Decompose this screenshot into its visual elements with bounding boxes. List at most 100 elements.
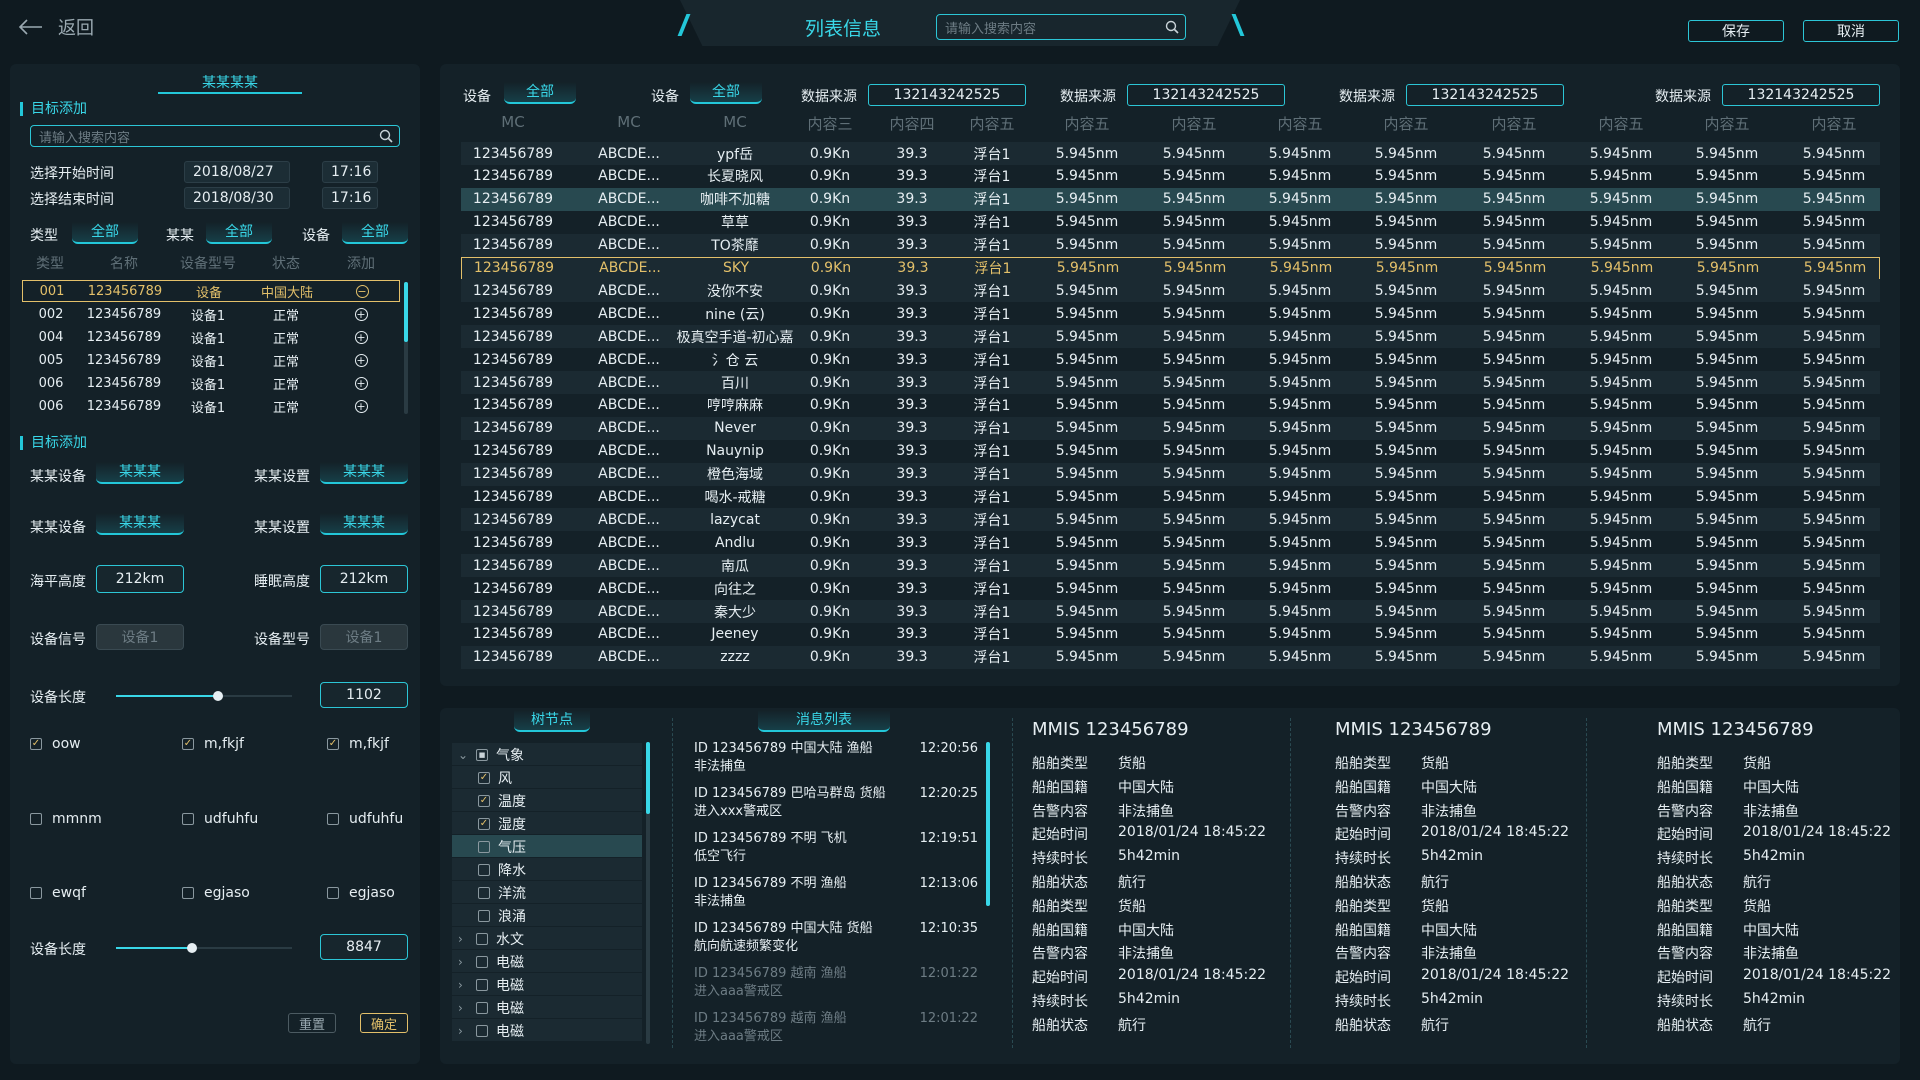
length1-input[interactable]: 1102 [320, 682, 408, 708]
filter-mm-select[interactable]: 全部 [206, 222, 272, 244]
main-table-row[interactable]: 123456789 ABCDE... Jeeney 0.9Kn 39.3 浮台1 5.945… [461, 623, 1880, 646]
plus-circle-icon[interactable]: + [354, 376, 368, 390]
plus-circle-icon[interactable]: + [354, 399, 368, 413]
left-table-row[interactable]: 005 123456789 设备1 正常 + [22, 349, 400, 371]
main-th[interactable]: 内容五 [952, 113, 1032, 135]
header-search-input[interactable]: 请输入搜索内容 [936, 14, 1186, 40]
checkbox-icon[interactable] [478, 887, 490, 899]
length2-slider[interactable] [116, 940, 292, 956]
main-filter1-select[interactable]: 全部 [504, 82, 576, 104]
main-table-row[interactable]: 123456789 ABCDE... Andlu 0.9Kn 39.3 浮台1 5.945n… [461, 531, 1880, 554]
confirm-button[interactable]: 确定 [360, 1013, 408, 1033]
left-table-row[interactable]: 001 123456789 设备 中国大陆 − [22, 280, 400, 302]
filter-type-select[interactable]: 全部 [72, 222, 138, 244]
main-table-row[interactable]: 123456789 ABCDE... 哼哼麻麻 0.9Kn 39.3 浮台1 5.945nm… [461, 394, 1880, 417]
option-checkbox[interactable]: ✓ oow [30, 736, 81, 752]
checkbox-icon[interactable] [476, 956, 488, 968]
main-th[interactable]: 内容五 [1037, 113, 1137, 135]
reset-button[interactable]: 重置 [288, 1013, 336, 1033]
main-th[interactable]: 内容四 [872, 113, 952, 135]
checkbox-icon[interactable] [327, 813, 339, 825]
source2-input[interactable]: 132143242525 [1127, 84, 1285, 106]
plus-circle-icon[interactable]: + [354, 353, 368, 367]
plus-circle-icon[interactable]: + [354, 307, 368, 321]
tree-node[interactable]: ✓ 温度 [478, 790, 526, 812]
main-th[interactable]: MC [581, 113, 677, 135]
checkbox-icon[interactable] [478, 864, 490, 876]
left-table-row[interactable]: 004 123456789 设备1 正常 + [22, 326, 400, 348]
pair2-select2[interactable]: 某某某 [320, 513, 408, 535]
altitude-input[interactable]: 212km [96, 565, 184, 593]
message-item[interactable]: ID 123456789 越南 渔船 进入aaa警戒区 12:01:22 [694, 1010, 978, 1046]
main-table-row[interactable]: 123456789 ABCDE... nine (云) 0.9Kn 39.3 浮台1 5.9… [461, 302, 1880, 325]
left-cell-action[interactable]: − [325, 284, 399, 299]
left-cell-action[interactable]: + [324, 330, 398, 345]
main-table-row[interactable]: 123456789 ABCDE... 长夏晓风 0.9Kn 39.3 浮台1 5.945nm… [461, 165, 1880, 188]
option-checkbox[interactable]: egjaso [327, 885, 395, 901]
main-th[interactable]: MC [675, 113, 795, 135]
chevron-down-icon[interactable]: ⌄ [458, 748, 468, 762]
tree-node[interactable]: ✓ 风 [478, 767, 512, 789]
message-item[interactable]: ID 123456789 不明 飞机 低空飞行 12:19:51 [694, 830, 978, 866]
tree-node[interactable]: › 电磁 [458, 951, 524, 973]
length1-slider-knob[interactable] [213, 691, 224, 701]
search-icon[interactable] [1165, 20, 1179, 34]
main-table-row[interactable]: 123456789 ABCDE... 氵仓 云 0.9Kn 39.3 浮台1 5.945nm… [461, 348, 1880, 371]
tree-node[interactable]: › 电磁 [458, 974, 524, 996]
checkbox-icon[interactable]: ■ [476, 749, 488, 761]
filter-device-select[interactable]: 全部 [342, 222, 408, 244]
left-table-row[interactable]: 006 123456789 设备1 正常 + [22, 372, 400, 394]
main-th[interactable]: 内容五 [1677, 113, 1777, 135]
left-search-input[interactable]: 请输入搜索内容 [30, 125, 400, 147]
checkbox-icon[interactable]: ✓ [478, 795, 490, 807]
message-item[interactable]: ID 123456789 中国大陆 渔船 非法捕鱼 12:20:56 [694, 740, 978, 776]
checkbox-icon[interactable] [30, 813, 42, 825]
main-table-row[interactable]: 123456789 ABCDE... lazycat 0.9Kn 39.3 浮台1 5.94… [461, 508, 1880, 532]
message-item[interactable]: ID 123456789 中国大陆 货船 航向航速频繁变化 12:10:35 [694, 920, 978, 956]
message-item[interactable]: ID 123456789 越南 渔船 进入aaa警戒区 12:01:22 [694, 965, 978, 1001]
end-date-field[interactable]: 2018/08/30 [184, 187, 290, 209]
source1-input[interactable]: 132143242525 [868, 84, 1026, 106]
main-th[interactable]: 内容五 [1144, 113, 1244, 135]
checkbox-icon[interactable] [476, 1002, 488, 1014]
main-th[interactable]: MC [461, 113, 565, 135]
checkbox-icon[interactable] [476, 1025, 488, 1037]
option-checkbox[interactable]: ewqf [30, 885, 86, 901]
length1-slider[interactable] [116, 688, 292, 704]
main-table-row[interactable]: 123456789 ABCDE... Nauynip 0.9Kn 39.3 浮台1 5.94… [461, 440, 1880, 463]
chevron-right-icon[interactable]: › [458, 1001, 468, 1015]
start-time-field[interactable]: 17:16 [322, 161, 378, 183]
checkbox-icon[interactable] [478, 910, 490, 922]
tree-node[interactable]: 降水 [478, 859, 526, 881]
checkbox-icon[interactable]: ✓ [478, 772, 490, 784]
option-checkbox[interactable]: udfuhfu [327, 811, 403, 827]
main-table-row[interactable]: 123456789 ABCDE... ypf岳 0.9Kn 39.3 浮台1 5.945nm… [461, 142, 1880, 165]
checkbox-icon[interactable]: ✓ [182, 738, 194, 750]
main-table-row[interactable]: 123456789 ABCDE... Never 0.9Kn 39.3 浮台1 5.945n… [461, 416, 1880, 440]
checkbox-icon[interactable] [478, 841, 490, 853]
checkbox-icon[interactable]: ✓ [327, 738, 339, 750]
message-item[interactable]: ID 123456789 巴哈马群岛 货船 进入xxx警戒区 12:20:25 [694, 785, 978, 821]
left-cell-action[interactable]: + [324, 376, 398, 391]
main-table-row[interactable]: 123456789 ABCDE... 百川 0.9Kn 39.3 浮台1 5.945nm 5.… [461, 371, 1880, 394]
main-table-row[interactable]: 123456789 ABCDE... 喝水-戒糖 0.9Kn 39.3 浮台1 5.945n… [461, 486, 1880, 509]
tree-node[interactable]: 气压 [478, 836, 526, 858]
left-cell-action[interactable]: + [324, 307, 398, 322]
option-checkbox[interactable]: egjaso [182, 885, 250, 901]
save-button[interactable]: 保存 [1688, 20, 1784, 42]
checkbox-icon[interactable] [30, 887, 42, 899]
main-table-row[interactable]: 123456789 ABCDE... zzzz 0.9Kn 39.3 浮台1 5.945nm… [461, 645, 1880, 669]
tree-node[interactable]: › 电磁 [458, 997, 524, 1019]
chevron-right-icon[interactable]: › [458, 1024, 468, 1038]
checkbox-icon[interactable] [182, 813, 194, 825]
checkbox-icon[interactable] [476, 979, 488, 991]
pair1-select2[interactable]: 某某某 [320, 462, 408, 484]
checkbox-icon[interactable]: ✓ [30, 738, 42, 750]
sleep-altitude-input[interactable]: 212km [320, 565, 408, 593]
left-cell-action[interactable]: + [324, 353, 398, 368]
minus-circle-icon[interactable]: − [355, 284, 369, 298]
main-table-row[interactable]: 123456789 ABCDE... 咖啡不加糖 0.9Kn 39.3 浮台1 5.945n… [461, 187, 1880, 211]
main-table-row[interactable]: 123456789 ABCDE... 橙色海域 0.9Kn 39.3 浮台1 5.945nm… [461, 462, 1880, 486]
tree-node[interactable]: › 水文 [458, 928, 524, 950]
pair1-select1[interactable]: 某某某 [96, 462, 184, 484]
